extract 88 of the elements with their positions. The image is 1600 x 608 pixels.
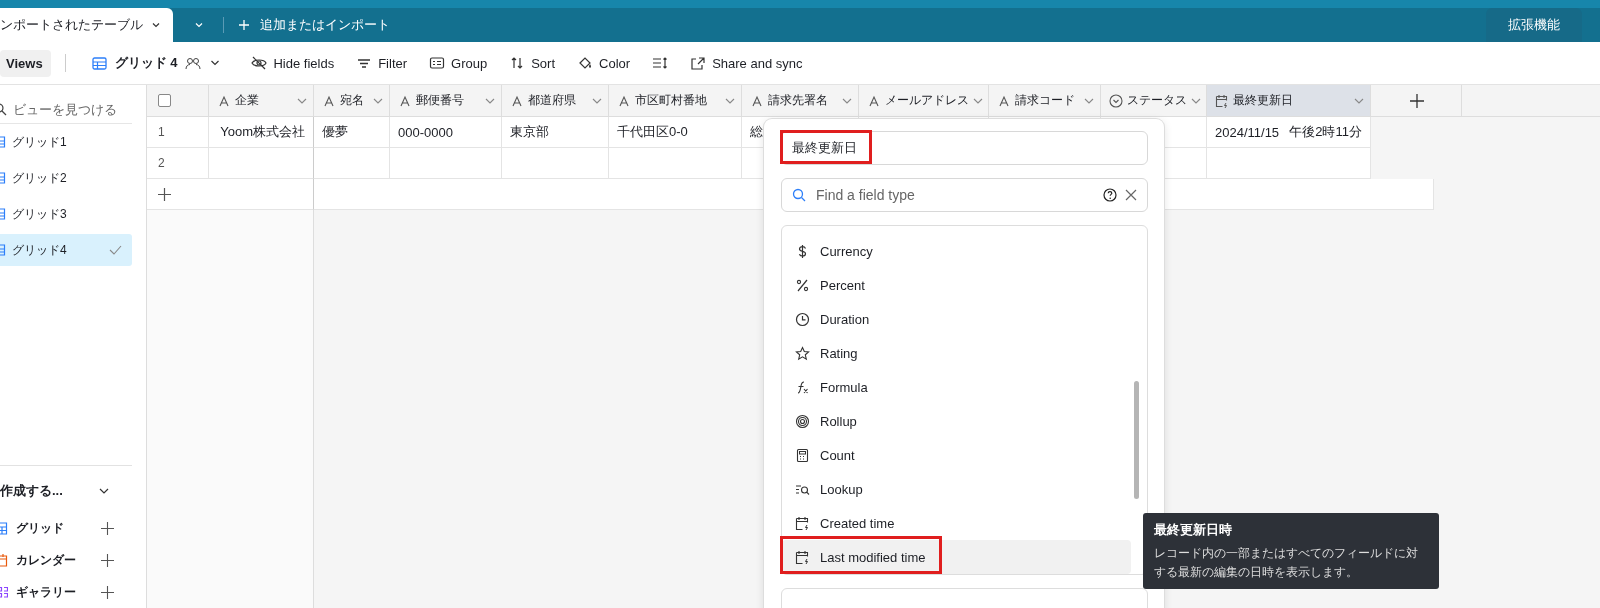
paint-bucket-icon — [577, 56, 594, 70]
clock-icon — [795, 311, 810, 327]
tooltip-title: 最終更新日時 — [1154, 521, 1233, 539]
table-cell: 東京部 — [502, 117, 609, 148]
chevron-icon[interactable] — [98, 486, 110, 496]
view-item[interactable]: グリッド3 — [0, 198, 132, 230]
plus-icon — [238, 19, 250, 31]
view-item[interactable]: グリッド1 — [0, 126, 132, 158]
view-switcher[interactable]: グリッド 4 — [83, 49, 230, 77]
extensions-button[interactable]: 拡張機能 — [1486, 8, 1582, 42]
add-icon[interactable] — [101, 521, 114, 535]
row-number: 2 — [147, 148, 209, 179]
share-sync-button[interactable]: Share and sync — [682, 50, 811, 76]
group-button[interactable]: Group — [421, 50, 496, 76]
hide-fields-button[interactable]: Hide fields — [243, 50, 343, 76]
function-icon — [795, 379, 810, 395]
select-all-checkbox[interactable] — [158, 94, 171, 107]
table-cell: Yoom株式会社 — [209, 117, 314, 148]
help-icon[interactable] — [1103, 188, 1117, 202]
row-number: 1 — [147, 117, 209, 148]
add-import-button[interactable]: 追加またはインポート — [230, 8, 398, 42]
field-type-option[interactable]: Count — [782, 438, 1107, 472]
field-type-option[interactable]: Created time — [782, 506, 1107, 540]
field-type-option[interactable]: Lookup — [782, 472, 1107, 506]
field-type-option[interactable]: Rating — [782, 336, 1107, 370]
column-header[interactable]: 最終更新日 — [1207, 85, 1371, 116]
table-cell: 千代田区0-0 — [609, 117, 742, 148]
field-type-option[interactable]: Percent — [782, 268, 1107, 302]
table-cell: 000-0000 — [390, 117, 502, 148]
field-type-option[interactable]: Formula — [782, 370, 1107, 404]
text-field-icon — [217, 93, 231, 108]
grid-icon — [91, 56, 107, 70]
scrollbar-thumb[interactable] — [1134, 381, 1139, 499]
text-field-icon — [398, 93, 412, 108]
time-text: 午後2時11分 — [1289, 123, 1362, 141]
tooltip-description: レコード内の一部またはすべてのフィールドに対する最新の編集の日時を表示します。 — [1154, 545, 1419, 581]
star-icon — [795, 345, 810, 361]
percent-icon — [795, 277, 810, 293]
sort-button[interactable]: Sort — [501, 50, 564, 76]
field-name-input[interactable]: 最終更新日 — [781, 131, 1148, 165]
external-link-icon — [690, 56, 707, 70]
filter-icon — [356, 56, 373, 70]
grid-icon — [0, 521, 8, 535]
chevron-icon — [194, 20, 204, 30]
text-field-icon — [750, 93, 764, 108]
views-button[interactable]: Views — [0, 49, 51, 77]
group-icon — [429, 56, 446, 70]
filter-button[interactable]: Filter — [348, 50, 416, 76]
text-field-icon — [322, 93, 336, 108]
field-type-option[interactable]: Rollup — [782, 404, 1107, 438]
text-field-icon — [867, 93, 881, 108]
calendar-icon — [795, 515, 810, 531]
create-view-option[interactable]: ギャラリー — [16, 583, 76, 601]
view-item[interactable]: グリッド2 — [0, 162, 132, 194]
people-icon — [185, 56, 202, 70]
row-height-icon — [652, 56, 669, 70]
create-section-title: 作成する... — [0, 482, 63, 500]
field-type-search[interactable]: Find a field type — [781, 178, 1148, 212]
create-view-option[interactable]: グリッド — [16, 519, 64, 537]
date-text: 2024/11/15 — [1215, 124, 1280, 140]
create-view-option[interactable]: カレンダー — [16, 551, 76, 569]
text-field-icon — [997, 93, 1011, 108]
text-field-icon — [510, 93, 524, 108]
table-tab[interactable]: ンポートされたテーブル — [0, 8, 173, 42]
text-field-icon — [617, 93, 631, 108]
spiral-icon — [795, 413, 810, 429]
field-type-option[interactable]: Currency — [782, 234, 1107, 268]
field-type-option[interactable]: Duration — [782, 302, 1107, 336]
calendar-icon — [1215, 93, 1229, 108]
add-icon[interactable] — [101, 585, 114, 599]
search-icon — [792, 188, 806, 202]
calendar-icon — [0, 553, 8, 567]
eye-off-icon — [251, 56, 268, 70]
chevron-icon — [209, 58, 222, 68]
close-icon[interactable] — [1125, 189, 1137, 201]
color-button[interactable]: Color — [569, 50, 639, 76]
chevron-icon — [151, 20, 161, 30]
add-icon[interactable] — [101, 553, 114, 567]
view-search-field[interactable]: ビューを見つける — [0, 95, 132, 124]
check-icon — [109, 245, 122, 255]
calendar-icon — [795, 549, 810, 565]
plus-icon — [1410, 93, 1424, 108]
view-item[interactable]: グリッド4 — [0, 234, 132, 266]
table-cell: 優夢 — [314, 117, 390, 148]
status-icon — [1109, 93, 1123, 108]
calculator-icon — [795, 447, 810, 463]
gallery-icon — [0, 585, 8, 599]
plus-icon — [158, 187, 171, 201]
